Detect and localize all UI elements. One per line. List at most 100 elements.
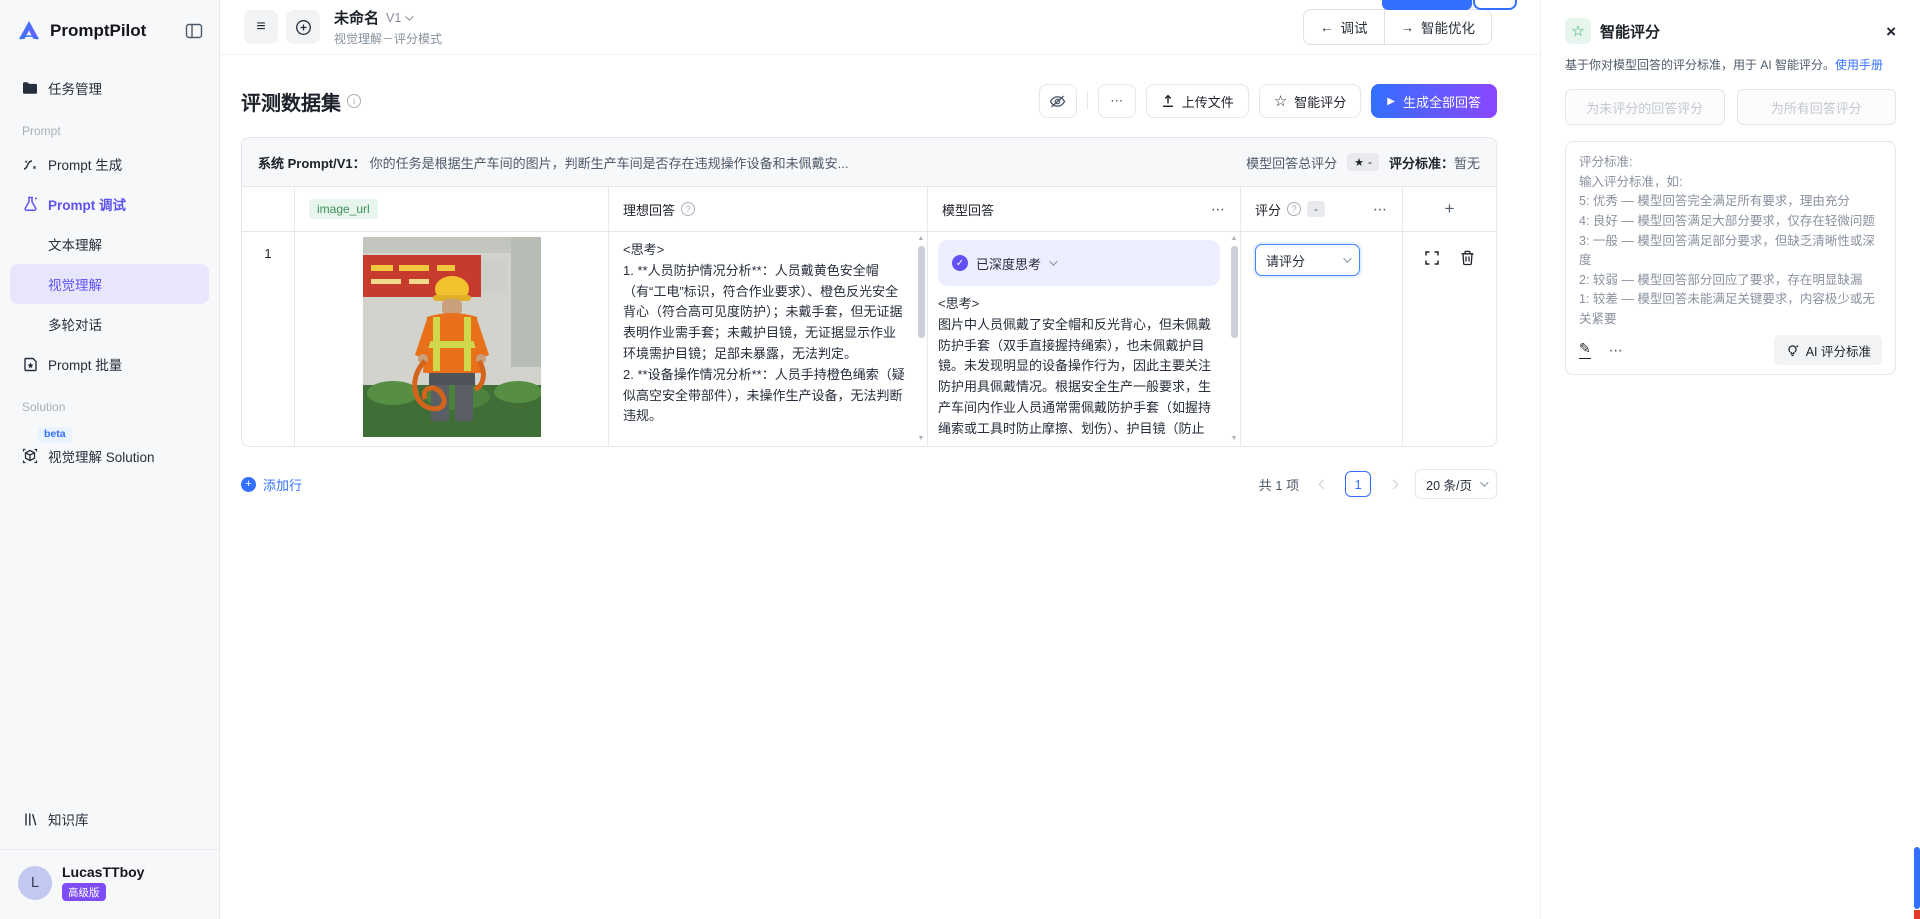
ellipsis-icon: ⋯ (1110, 93, 1123, 109)
total-score-badge[interactable]: ★ - (1347, 153, 1379, 171)
circle-plus-icon (295, 19, 312, 36)
sidebar-item-vision-understanding[interactable]: 视觉理解 (10, 264, 209, 304)
debug-button[interactable]: ← 调试 (1304, 10, 1384, 44)
score-dropdown[interactable]: 请评分 (1255, 244, 1360, 276)
manual-link[interactable]: 使用手册 (1835, 58, 1883, 72)
smart-optimize-button[interactable]: → 智能优化 (1384, 10, 1492, 44)
system-prompt-text: 你的任务是根据生产车间的图片，判断生产车间是否存在违规操作设备和未佩戴安... (370, 153, 1222, 172)
sidebar-item-prompt-debug[interactable]: Prompt 调试 (10, 184, 209, 224)
star-icon: ☆ (1274, 92, 1287, 110)
sidebar-collapse-icon[interactable] (185, 23, 203, 39)
expand-row-icon[interactable] (1424, 250, 1440, 446)
close-icon[interactable]: × (1886, 23, 1896, 40)
star-filled-icon: ★ (1354, 156, 1364, 169)
column-more-icon[interactable]: ⋯ (1211, 201, 1226, 218)
upload-file-button[interactable]: 上传文件 (1146, 84, 1249, 118)
ellipsis-icon[interactable]: ⋯ (1609, 342, 1624, 359)
upload-icon (1161, 94, 1175, 108)
system-row-right: 模型回答总评分 ★ - 评分标准：暂无 (1246, 153, 1480, 172)
prev-page-button[interactable] (1310, 471, 1336, 497)
pagination: 共 1 项 1 20 条/页 (1259, 469, 1497, 499)
more-actions-button[interactable]: ⋯ (1098, 84, 1136, 118)
score-column-header[interactable]: 评分 ? - ⋯ (1241, 187, 1403, 231)
scrollbar-end-marker (1914, 910, 1920, 919)
sidebar-item-text-understanding[interactable]: 文本理解 (10, 224, 209, 264)
score-all-button[interactable]: 为所有回答评分 (1737, 89, 1897, 125)
panel-title: 智能评分 (1600, 21, 1660, 42)
criteria-editor[interactable]: 评分标准: 输入评分标准，如: 5: 优秀 — 模型回答完全满足所有要求，理由充… (1565, 141, 1896, 375)
smart-score-panel: ☆ 智能评分 × 基于你对模型回答的评分标准，用于 AI 智能评分。使用手册 为… (1540, 0, 1920, 919)
total-score-label: 模型回答总评分 (1246, 153, 1337, 172)
chevron-down-icon (1480, 478, 1488, 486)
avatar: L (18, 866, 52, 900)
page-size-select[interactable]: 20 条/页 (1415, 469, 1497, 499)
chevron-down-icon (1049, 257, 1057, 265)
sidebar-item-prompt-batch[interactable]: Prompt 批量 (10, 344, 209, 384)
deep-think-toggle[interactable]: ✓ 已深度思考 (938, 240, 1220, 286)
new-version-button[interactable] (286, 10, 320, 44)
sidebar-item-prompt-gen[interactable]: Prompt 生成 (10, 144, 209, 184)
add-row-button[interactable]: + 添加行 (241, 475, 302, 494)
criteria-toolbar: ✎ ⋯ AI 评分标准 (1566, 332, 1895, 374)
sidebar-item-multi-turn[interactable]: 多轮对话 (10, 304, 209, 344)
score-unscored-button[interactable]: 为未评分的回答评分 (1565, 89, 1725, 125)
play-icon: ▶ (1387, 96, 1395, 107)
smart-score-label: 智能评分 (1294, 92, 1346, 111)
edit-icon[interactable]: ✎ (1579, 341, 1591, 358)
hide-columns-button[interactable] (1039, 84, 1077, 118)
cell-scrollbar[interactable]: ▲ ▼ (1229, 234, 1239, 444)
flask-icon (22, 196, 38, 212)
column-more-icon[interactable]: ⋯ (1373, 201, 1388, 218)
next-page-button[interactable] (1380, 471, 1406, 497)
beta-badge: beta (38, 427, 72, 443)
page-scrollbar[interactable] (1914, 0, 1920, 919)
user-account[interactable]: L LucasTTboy 高级版 (10, 850, 209, 919)
scrollbar-thumb[interactable] (1914, 847, 1920, 909)
plus-circle-icon: + (241, 477, 256, 492)
toolbar-divider (1087, 92, 1088, 110)
add-column-button[interactable]: + (1403, 187, 1496, 231)
criteria-placeholder[interactable]: 评分标准: 输入评分标准，如: 5: 优秀 — 模型回答完全满足所有要求，理由充… (1566, 142, 1895, 332)
worker-photo (363, 237, 541, 437)
sidebar: PromptPilot 任务管理 Prompt Prompt 生成 Prompt… (0, 0, 220, 919)
sidebar-item-vision-solution[interactable]: beta 视觉理解 Solution (10, 434, 209, 478)
deep-think-label: 已深度思考 (976, 254, 1041, 273)
main-column: ≡ 未命名 V1 视觉理解－评分模式 ← 调试 (220, 0, 1540, 919)
cell-scrollbar[interactable]: ▲ ▼ (916, 234, 926, 444)
system-prompt-row[interactable]: 系统 Prompt/V1： 你的任务是根据生产车间的图片，判断生产车间是否存在违… (242, 138, 1496, 187)
delete-row-icon[interactable] (1460, 250, 1475, 446)
generate-all-button[interactable]: ▶ 生成全部回答 (1371, 84, 1497, 118)
sidebar-section-prompt: Prompt (22, 124, 197, 138)
smart-score-button[interactable]: ☆ 智能评分 (1259, 84, 1361, 118)
cube-icon (22, 448, 38, 464)
plus-icon: + (1445, 199, 1455, 219)
ai-criteria-button[interactable]: AI 评分标准 (1774, 335, 1882, 365)
clipped-top-toggle[interactable] (1382, 0, 1517, 10)
page-number[interactable]: 1 (1345, 471, 1371, 497)
hamburger-icon: ≡ (256, 18, 265, 36)
info-icon: i (347, 94, 361, 108)
doc-star-icon (22, 357, 38, 372)
image-url-column-header[interactable]: image_url (295, 187, 609, 231)
debug-label: 调试 (1341, 17, 1368, 37)
menu-button[interactable]: ≡ (244, 10, 278, 44)
app-root: PromptPilot 任务管理 Prompt Prompt 生成 Prompt… (0, 0, 1920, 919)
sidebar-item-label: 视觉理解 (48, 274, 102, 294)
generate-label: 生成全部回答 (1403, 92, 1481, 111)
question-icon: ? (681, 202, 695, 216)
ai-bulb-icon (1785, 343, 1800, 358)
upload-label: 上传文件 (1182, 92, 1234, 111)
wand-icon (22, 157, 38, 172)
sidebar-item-knowledge-base[interactable]: 知识库 (10, 799, 209, 839)
ideal-answer-cell[interactable]: <思考> 1. **人员防护情况分析**：人员戴黄色安全帽（有“工电”标识，符合… (609, 232, 928, 446)
page-title: 评测数据集 (241, 87, 341, 116)
ideal-answer-column-header[interactable]: 理想回答 ? (609, 187, 928, 231)
image-cell[interactable] (295, 232, 609, 446)
version-selector[interactable]: V1 (386, 11, 411, 25)
sidebar-item-task-management[interactable]: 任务管理 (10, 68, 209, 108)
logo-row: PromptPilot (10, 0, 209, 62)
model-answer-cell[interactable]: ✓ 已深度思考 <思考> 图片中人员佩戴了安全帽和反光背心，但未佩戴防护手套（双… (928, 232, 1241, 446)
sidebar-item-label: 多轮对话 (48, 314, 102, 334)
model-answer-column-header[interactable]: 模型回答 ⋯ (928, 187, 1241, 231)
sidebar-item-label: 文本理解 (48, 234, 102, 254)
